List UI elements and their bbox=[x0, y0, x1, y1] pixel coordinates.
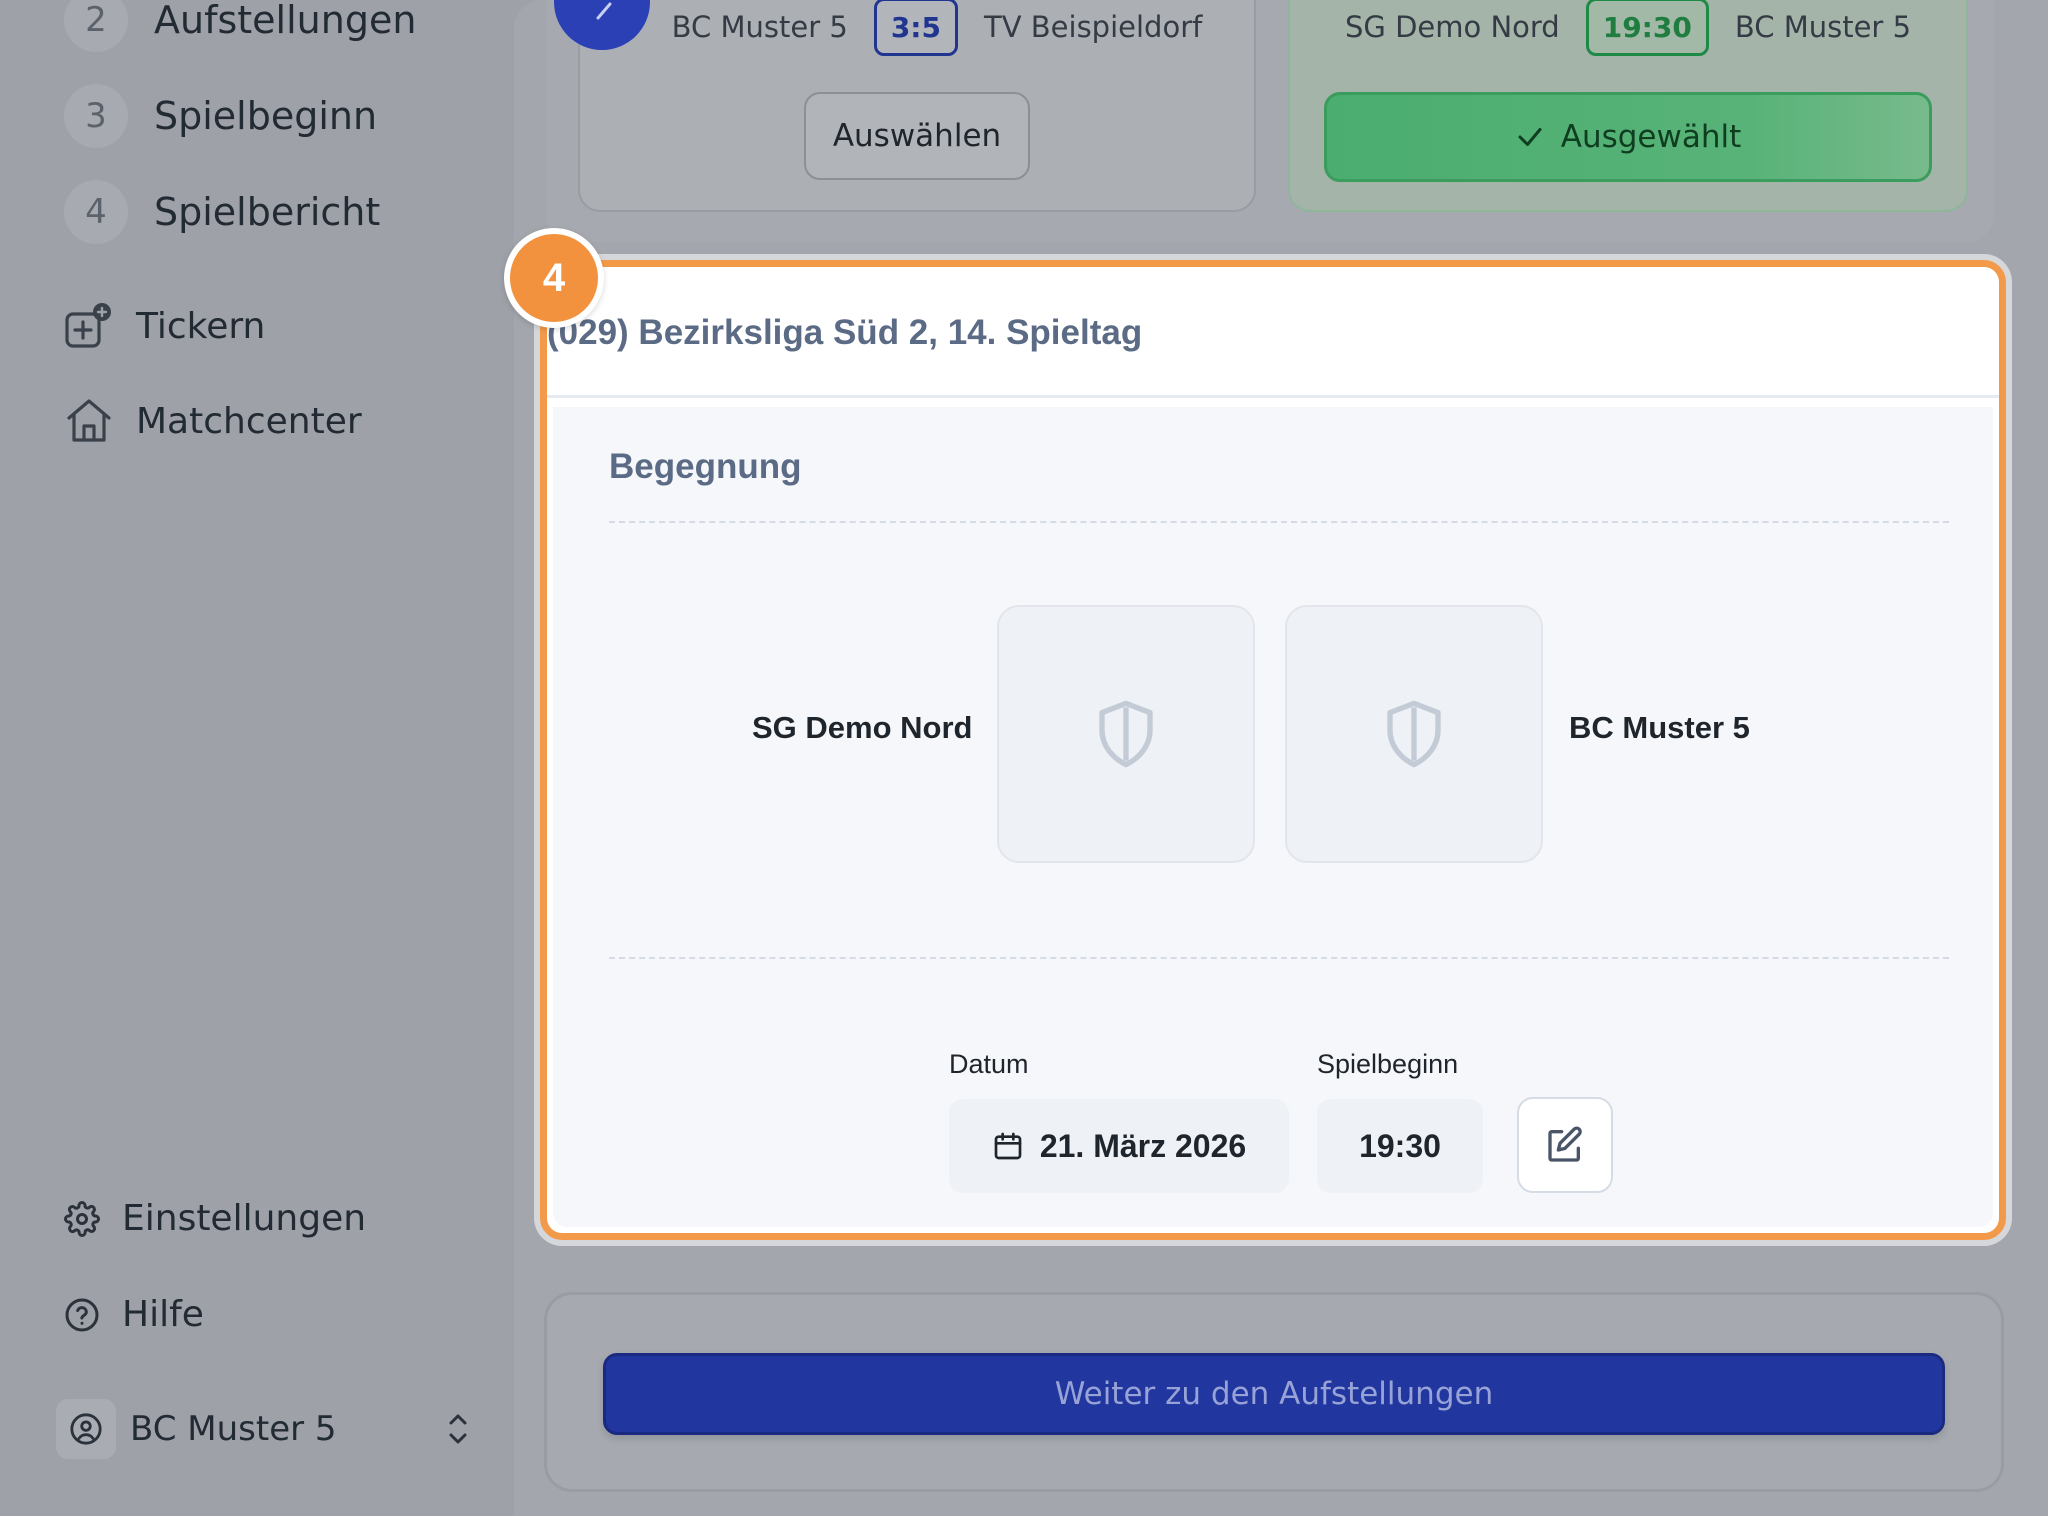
chevrons-up-down-icon bbox=[444, 1409, 472, 1454]
nav-item-hilfe[interactable]: Hilfe bbox=[64, 1294, 204, 1335]
home-team-name: SG Demo Nord bbox=[752, 710, 973, 745]
user-circle-icon bbox=[56, 1399, 116, 1459]
gear-icon bbox=[64, 1200, 100, 1237]
home-team-crest bbox=[997, 605, 1255, 863]
team-switcher[interactable]: BC Muster 5 bbox=[56, 1397, 472, 1461]
tutorial-step-badge: 4 bbox=[504, 228, 604, 328]
date-field[interactable]: 21. März 2026 bbox=[949, 1099, 1289, 1193]
step-label: Aufstellungen bbox=[154, 0, 417, 42]
shield-icon bbox=[1099, 700, 1153, 768]
away-team: BC Muster 5 bbox=[1734, 10, 1912, 44]
nav-item-matchcenter[interactable]: Matchcenter bbox=[64, 396, 362, 446]
edit-button[interactable] bbox=[1517, 1097, 1613, 1193]
date-value: 21. März 2026 bbox=[1039, 1127, 1247, 1164]
time-badge: 19:30 bbox=[1585, 0, 1709, 56]
nav-label: Tickern bbox=[136, 305, 266, 347]
chevron-left-icon bbox=[596, 2, 612, 20]
begegnung-section: Begegnung SG Demo Nord BC Muster 5 Datum… bbox=[553, 407, 1993, 1227]
league-title: (029) Bezirksliga Süd 2, 14. Spieltag bbox=[547, 313, 1143, 352]
match-card[interactable]: BC Muster 5 3:5 TV Beispieldorf Auswähle… bbox=[578, 0, 1256, 212]
match-row: BC Muster 5 3:5 TV Beispieldorf bbox=[580, 0, 1254, 56]
nav-label: Einstellungen bbox=[122, 1198, 367, 1239]
away-team-crest bbox=[1285, 605, 1543, 863]
home-icon bbox=[64, 396, 114, 446]
step-number: 4 bbox=[64, 180, 128, 244]
calendar-icon bbox=[992, 1130, 1024, 1162]
back-button[interactable] bbox=[554, 0, 650, 50]
home-team: SG Demo Nord bbox=[1344, 10, 1560, 44]
dashed-divider bbox=[609, 957, 1949, 959]
match-card-selected[interactable]: SG Demo Nord 19:30 BC Muster 5 Ausgewähl… bbox=[1288, 0, 1968, 212]
nav-item-einstellungen[interactable]: Einstellungen bbox=[64, 1198, 366, 1239]
select-button[interactable]: Auswählen bbox=[804, 92, 1030, 180]
score-badge: 3:5 bbox=[873, 0, 958, 56]
selected-label: Ausgewählt bbox=[1560, 119, 1742, 155]
nav-label: Hilfe bbox=[122, 1294, 204, 1335]
step-spielbeginn[interactable]: 3 Spielbeginn bbox=[64, 80, 377, 152]
step-label: Spielbeginn bbox=[154, 94, 378, 138]
date-label: Datum bbox=[949, 1049, 1029, 1079]
divider bbox=[547, 395, 1999, 398]
step-label: Spielbericht bbox=[154, 190, 381, 234]
action-tray: Weiter zu den Aufstellungen bbox=[544, 1292, 2004, 1492]
shield-icon bbox=[1387, 700, 1441, 768]
check-icon bbox=[1515, 122, 1545, 152]
time-field[interactable]: 19:30 bbox=[1317, 1099, 1483, 1193]
match-row: SG Demo Nord 19:30 BC Muster 5 bbox=[1290, 0, 1966, 56]
step-spielbericht[interactable]: 4 Spielbericht bbox=[64, 176, 380, 248]
next-button[interactable]: Weiter zu den Aufstellungen bbox=[603, 1353, 1945, 1435]
selected-button[interactable]: Ausgewählt bbox=[1324, 92, 1932, 182]
away-team-name: BC Muster 5 bbox=[1569, 710, 1750, 745]
sidebar: 2 Aufstellungen 3 Spielbeginn 4 Spielber… bbox=[0, 0, 512, 1516]
nav-item-tickern[interactable]: Tickern bbox=[64, 300, 265, 352]
dashed-divider bbox=[609, 521, 1949, 523]
match-details-card: (029) Bezirksliga Süd 2, 14. Spieltag Be… bbox=[540, 260, 2006, 1240]
time-label: Spielbeginn bbox=[1317, 1049, 1459, 1079]
section-title: Begegnung bbox=[609, 447, 802, 486]
step-aufstellungen[interactable]: 2 Aufstellungen bbox=[64, 0, 416, 56]
step-number: 3 bbox=[64, 84, 128, 148]
away-team: TV Beispieldorf bbox=[984, 10, 1203, 44]
nav-label: Matchcenter bbox=[136, 400, 362, 442]
home-team: BC Muster 5 bbox=[671, 10, 848, 44]
edit-icon bbox=[1548, 1126, 1582, 1162]
help-circle-icon bbox=[64, 1297, 100, 1333]
step-number: 2 bbox=[64, 0, 128, 52]
team-switcher-label: BC Muster 5 bbox=[130, 1409, 337, 1449]
square-plus-badge-icon bbox=[64, 300, 114, 352]
